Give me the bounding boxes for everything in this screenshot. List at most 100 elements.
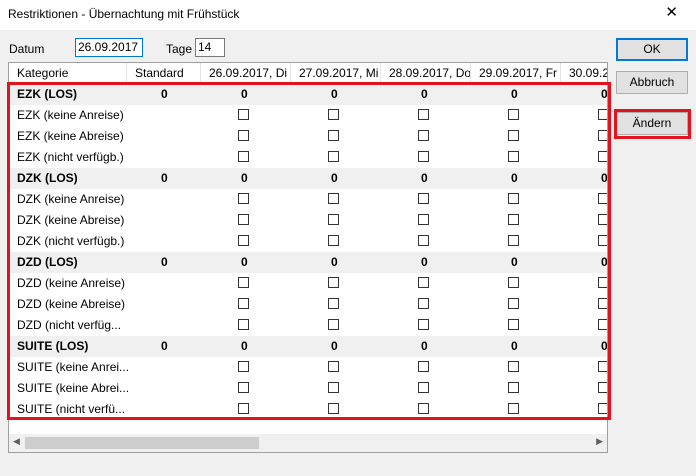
restriction-checkbox[interactable] xyxy=(508,151,519,162)
restriction-checkbox[interactable] xyxy=(418,403,429,414)
restriction-checkbox[interactable] xyxy=(328,109,339,120)
los-value[interactable]: 0 xyxy=(511,336,518,357)
restriction-checkbox[interactable] xyxy=(328,277,339,288)
restriction-checkbox[interactable] xyxy=(598,361,607,372)
restriction-checkbox[interactable] xyxy=(328,298,339,309)
restriction-checkbox[interactable] xyxy=(328,382,339,393)
restriction-checkbox[interactable] xyxy=(418,235,429,246)
restriction-checkbox[interactable] xyxy=(508,109,519,120)
restriction-checkbox[interactable] xyxy=(508,193,519,204)
restriction-checkbox[interactable] xyxy=(508,235,519,246)
restriction-checkbox[interactable] xyxy=(598,277,607,288)
restriction-checkbox[interactable] xyxy=(238,151,249,162)
restriction-checkbox[interactable] xyxy=(238,277,249,288)
los-value[interactable]: 0 xyxy=(601,252,607,273)
restriction-checkbox[interactable] xyxy=(238,403,249,414)
restriction-checkbox[interactable] xyxy=(508,403,519,414)
los-value[interactable]: 0 xyxy=(421,336,428,357)
restriction-checkbox[interactable] xyxy=(238,382,249,393)
column-header[interactable]: 30.09.2017 xyxy=(561,63,607,84)
los-value[interactable]: 0 xyxy=(331,252,338,273)
column-header[interactable]: Standard xyxy=(127,63,201,84)
restriction-checkbox[interactable] xyxy=(238,319,249,330)
restriction-checkbox[interactable] xyxy=(238,235,249,246)
restriction-checkbox[interactable] xyxy=(238,193,249,204)
los-value[interactable]: 0 xyxy=(161,336,168,357)
restriction-checkbox[interactable] xyxy=(598,193,607,204)
los-value[interactable]: 0 xyxy=(331,168,338,189)
restriction-checkbox[interactable] xyxy=(418,319,429,330)
restriction-checkbox[interactable] xyxy=(328,130,339,141)
aendern-button[interactable]: Ändern xyxy=(616,112,688,135)
restriction-checkbox[interactable] xyxy=(598,382,607,393)
restriction-checkbox[interactable] xyxy=(598,109,607,120)
restriction-checkbox[interactable] xyxy=(598,130,607,141)
datum-input[interactable]: 26.09.2017 xyxy=(75,38,143,57)
los-value[interactable]: 0 xyxy=(161,168,168,189)
restriction-checkbox[interactable] xyxy=(328,235,339,246)
horizontal-scrollbar[interactable]: ◀ ▶ xyxy=(9,434,607,452)
restriction-checkbox[interactable] xyxy=(508,361,519,372)
los-value[interactable]: 0 xyxy=(331,84,338,105)
restriction-checkbox[interactable] xyxy=(238,130,249,141)
restriction-checkbox[interactable] xyxy=(328,319,339,330)
restriction-checkbox[interactable] xyxy=(508,382,519,393)
restriction-checkbox[interactable] xyxy=(328,403,339,414)
restriction-checkbox[interactable] xyxy=(418,214,429,225)
restriction-checkbox[interactable] xyxy=(418,298,429,309)
los-value[interactable]: 0 xyxy=(601,168,607,189)
los-value[interactable]: 0 xyxy=(511,168,518,189)
close-icon[interactable]: ✕ xyxy=(665,3,678,21)
scroll-left-icon[interactable]: ◀ xyxy=(13,436,20,447)
restriction-checkbox[interactable] xyxy=(598,235,607,246)
restriction-checkbox[interactable] xyxy=(238,214,249,225)
los-value[interactable]: 0 xyxy=(241,168,248,189)
restriction-checkbox[interactable] xyxy=(328,151,339,162)
restriction-checkbox[interactable] xyxy=(508,130,519,141)
column-header[interactable]: 27.09.2017, Mi xyxy=(291,63,381,84)
los-value[interactable]: 0 xyxy=(421,168,428,189)
scroll-right-icon[interactable]: ▶ xyxy=(596,436,603,447)
los-value[interactable]: 0 xyxy=(241,84,248,105)
restriction-checkbox[interactable] xyxy=(508,277,519,288)
column-header[interactable]: Kategorie xyxy=(9,63,127,84)
restriction-checkbox[interactable] xyxy=(418,151,429,162)
column-header[interactable]: 26.09.2017, Di xyxy=(201,63,291,84)
los-value[interactable]: 0 xyxy=(421,252,428,273)
restriction-checkbox[interactable] xyxy=(508,298,519,309)
restriction-checkbox[interactable] xyxy=(418,130,429,141)
los-value[interactable]: 0 xyxy=(241,336,248,357)
restriction-checkbox[interactable] xyxy=(598,298,607,309)
restriction-checkbox[interactable] xyxy=(418,382,429,393)
los-value[interactable]: 0 xyxy=(161,84,168,105)
column-header[interactable]: 28.09.2017, Do xyxy=(381,63,471,84)
los-value[interactable]: 0 xyxy=(511,252,518,273)
column-header[interactable]: 29.09.2017, Fr xyxy=(471,63,561,84)
los-value[interactable]: 0 xyxy=(161,252,168,273)
abbruch-button[interactable]: Abbruch xyxy=(616,71,688,94)
ok-button[interactable]: OK xyxy=(616,38,688,61)
scrollbar-thumb[interactable] xyxy=(25,437,259,449)
restriction-checkbox[interactable] xyxy=(418,109,429,120)
los-value[interactable]: 0 xyxy=(601,84,607,105)
los-value[interactable]: 0 xyxy=(241,252,248,273)
restriction-checkbox[interactable] xyxy=(418,193,429,204)
restriction-checkbox[interactable] xyxy=(418,361,429,372)
restriction-checkbox[interactable] xyxy=(328,193,339,204)
restriction-checkbox[interactable] xyxy=(598,403,607,414)
los-value[interactable]: 0 xyxy=(331,336,338,357)
restriction-checkbox[interactable] xyxy=(238,298,249,309)
restriction-checkbox[interactable] xyxy=(238,361,249,372)
restriction-checkbox[interactable] xyxy=(598,319,607,330)
restriction-checkbox[interactable] xyxy=(328,361,339,372)
restriction-checkbox[interactable] xyxy=(418,277,429,288)
restriction-checkbox[interactable] xyxy=(508,319,519,330)
restriction-checkbox[interactable] xyxy=(238,109,249,120)
los-value[interactable]: 0 xyxy=(421,84,428,105)
restriction-checkbox[interactable] xyxy=(598,151,607,162)
tage-input[interactable]: 14 xyxy=(195,38,225,57)
restriction-checkbox[interactable] xyxy=(508,214,519,225)
los-value[interactable]: 0 xyxy=(601,336,607,357)
restriction-checkbox[interactable] xyxy=(598,214,607,225)
restriction-checkbox[interactable] xyxy=(328,214,339,225)
